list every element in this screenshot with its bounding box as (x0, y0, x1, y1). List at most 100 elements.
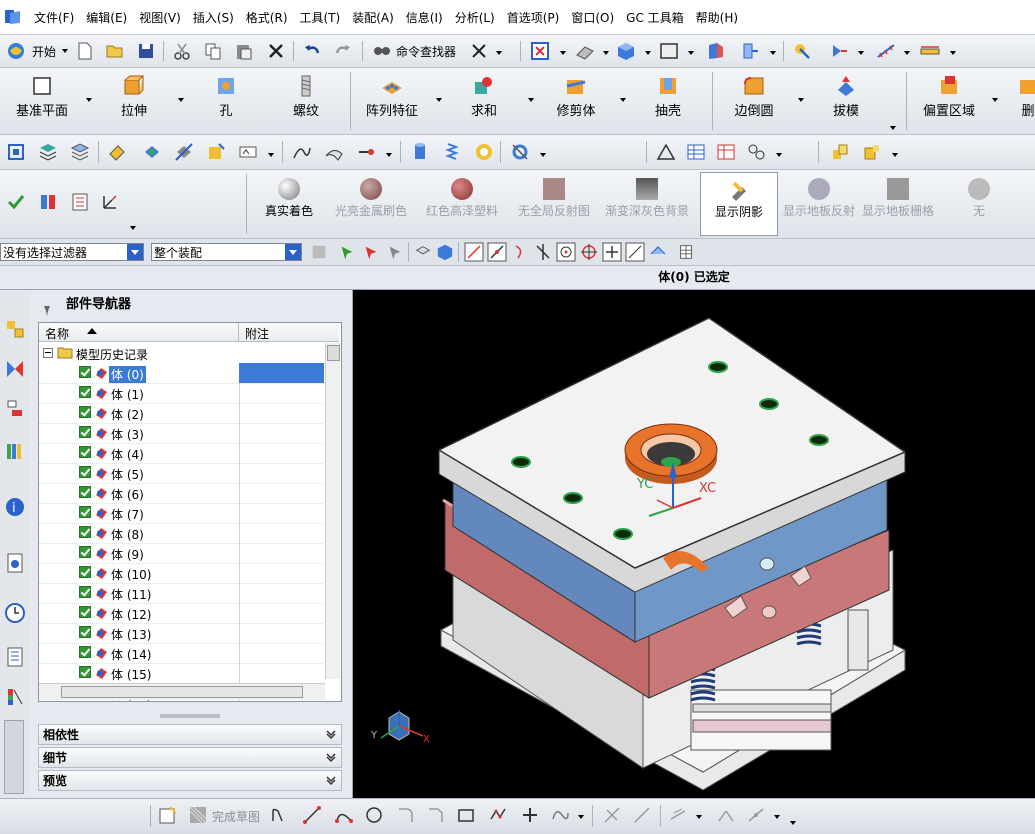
render-style-no-global-reflection[interactable]: 无全局反射图 (512, 172, 596, 234)
stack-blocks-2-icon[interactable] (862, 142, 882, 162)
quick-trim-icon[interactable] (602, 805, 622, 825)
fillet-icon[interactable] (396, 805, 416, 825)
deselect-all-icon[interactable] (469, 41, 489, 61)
snap-point-on-curve-icon[interactable] (625, 242, 645, 262)
menu-information[interactable]: 信息(I) (400, 9, 449, 26)
paste-icon[interactable] (234, 41, 254, 61)
check-icon[interactable] (6, 192, 26, 212)
visibility-checkbox[interactable] (79, 646, 91, 658)
eraser-icon[interactable] (107, 142, 127, 162)
open-folder-icon[interactable] (105, 41, 125, 61)
command-finder-button[interactable]: 命令查找器 (396, 43, 456, 60)
csys-icon[interactable] (100, 192, 120, 212)
web-browser-icon[interactable] (4, 552, 26, 574)
tree-row-body[interactable]: 体 (15) (39, 663, 323, 684)
measure-distance-icon[interactable] (876, 41, 896, 61)
studio-spline-icon[interactable] (550, 805, 570, 825)
circle-icon[interactable] (364, 805, 384, 825)
scroll-thumb[interactable] (327, 345, 340, 361)
show-component-icon[interactable] (142, 142, 162, 162)
profile-icon[interactable] (270, 805, 290, 825)
snap-intersection-icon[interactable] (533, 242, 553, 262)
tree-root-row[interactable]: 模型历史记录 (39, 343, 323, 363)
clip-view-icon[interactable] (740, 41, 760, 61)
render-style-floor-grid[interactable]: 显示地板栅格 (860, 172, 936, 234)
visibility-checkbox[interactable] (79, 466, 91, 478)
tree-row-body[interactable]: 体 (3) (39, 423, 323, 444)
tree-row-body[interactable]: 体 (12) (39, 603, 323, 624)
select-body-icon[interactable] (362, 243, 380, 261)
thread-button[interactable]: 螺纹 (272, 70, 340, 134)
selection-filter-select[interactable]: 没有选择过滤器 (0, 243, 144, 261)
arc-icon[interactable] (334, 805, 354, 825)
visibility-checkbox[interactable] (79, 506, 91, 518)
quick-extend-icon[interactable] (632, 805, 652, 825)
visibility-checkbox[interactable] (79, 486, 91, 498)
chevron-down-icon[interactable] (325, 774, 337, 786)
cylinder-icon[interactable] (410, 142, 430, 162)
reuse-library-icon[interactable] (4, 440, 26, 462)
sketch-icon[interactable] (158, 805, 178, 825)
menu-analysis[interactable]: 分析(L) (449, 9, 501, 26)
shaded-cube-icon[interactable] (616, 41, 636, 61)
roles-icon[interactable] (4, 686, 26, 708)
shell-button[interactable]: 抽壳 (634, 70, 702, 134)
select-feature-icon[interactable] (338, 243, 356, 261)
table-icon[interactable] (686, 142, 706, 162)
system-materials-icon[interactable] (4, 646, 26, 668)
menu-help[interactable]: 帮助(H) (690, 9, 744, 26)
draft-button[interactable]: 拔模 (812, 70, 880, 134)
tree-row-body[interactable]: 体 (2) (39, 403, 323, 424)
visibility-checkbox[interactable] (79, 446, 91, 458)
selection-scope-select[interactable]: 整个装配 (151, 243, 302, 261)
render-style-shiny-metal[interactable]: 光亮金属刷色 (330, 172, 412, 234)
offset-region-button[interactable]: 偏置区域 (914, 70, 984, 134)
snap-settings-icon[interactable] (310, 243, 328, 261)
tree-row-body[interactable]: 体 (8) (39, 523, 323, 544)
finish-sketch-icon[interactable] (188, 805, 208, 825)
layer-settings-icon[interactable] (70, 142, 90, 162)
snap-bounded-grid-icon[interactable] (677, 243, 695, 261)
view-orientation-icon[interactable] (575, 41, 595, 61)
layers-icon[interactable] (38, 142, 58, 162)
wave-linker-icon[interactable] (6, 142, 26, 162)
visibility-checkbox[interactable] (79, 406, 91, 418)
history-icon[interactable] (4, 602, 26, 624)
visibility-checkbox[interactable] (79, 526, 91, 538)
render-style-true-shading[interactable]: 真实着色 (254, 172, 324, 234)
dimension-icon[interactable] (668, 805, 688, 825)
extrude-button[interactable]: 拉伸 (100, 70, 168, 134)
curve-icon[interactable] (292, 142, 312, 162)
tree-row-body[interactable]: 体 (6) (39, 483, 323, 504)
visibility-checkbox[interactable] (79, 586, 91, 598)
background-icon[interactable] (659, 41, 679, 61)
auto-constrain-icon[interactable] (746, 805, 766, 825)
ruler-icon[interactable] (920, 41, 940, 61)
tree-row-body[interactable]: 体 (10) (39, 563, 323, 584)
text-edit-icon[interactable] (238, 142, 258, 162)
gear-icon[interactable] (510, 142, 530, 162)
tree-row-body[interactable]: 体 (4) (39, 443, 323, 464)
select-face-icon[interactable] (414, 243, 432, 261)
tree-row-body[interactable]: 体 (9) (39, 543, 323, 564)
constraint-navigator-icon[interactable] (4, 358, 26, 380)
visibility-checkbox[interactable] (79, 386, 91, 398)
point-plus-icon[interactable] (520, 805, 540, 825)
isolate-component-icon[interactable] (206, 142, 226, 162)
delete-icon[interactable] (266, 41, 286, 61)
menu-view[interactable]: 视图(V) (133, 9, 187, 26)
part-navigator-icon[interactable] (4, 398, 26, 420)
snap-control-point-icon[interactable] (510, 242, 530, 262)
snap-existing-point-icon[interactable] (602, 242, 622, 262)
chamfer-icon[interactable] (426, 805, 446, 825)
render-style-show-shadows[interactable]: 显示阴影 (700, 172, 778, 236)
cut-icon[interactable] (172, 41, 192, 61)
resource-bar-scroll[interactable] (4, 720, 24, 794)
bearing-icon[interactable] (474, 142, 494, 162)
point-icon[interactable] (356, 142, 376, 162)
visibility-checkbox[interactable] (79, 366, 91, 378)
report-icon[interactable] (70, 192, 90, 212)
tree-row-body[interactable]: 体 (5) (39, 463, 323, 484)
line-icon[interactable] (302, 805, 322, 825)
constraint-icon[interactable] (716, 805, 736, 825)
